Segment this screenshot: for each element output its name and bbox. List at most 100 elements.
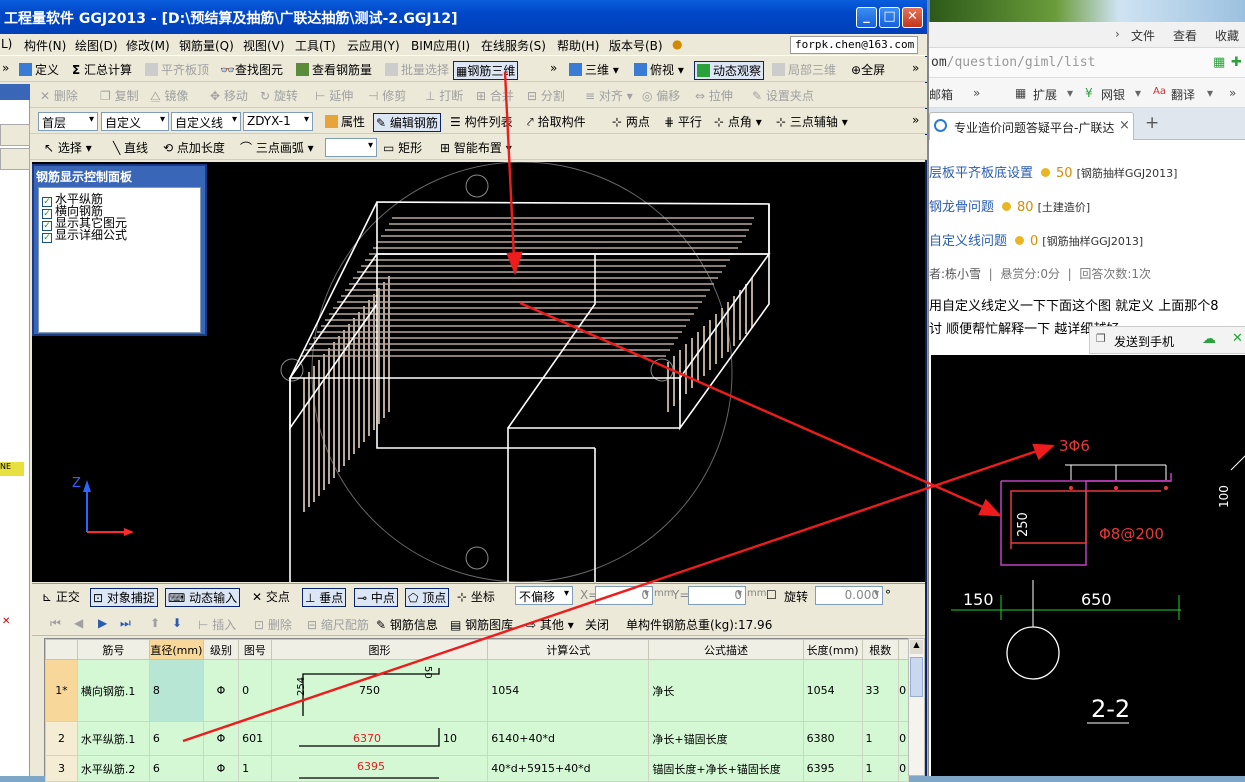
floor-select[interactable]: 首层 <box>38 112 98 131</box>
browser-menu-file[interactable]: 文件 <box>1131 27 1155 44</box>
cell-name[interactable]: 横向钢筋.1 <box>76 659 150 722</box>
table-row[interactable]: 3 水平纵筋.2 6 Φ 1 6395 40*d+5915+40*d 锚固长度+… <box>45 755 909 782</box>
double-chevron-icon[interactable]: » <box>1229 86 1236 100</box>
qr-icon[interactable]: ▦ <box>1213 55 1225 70</box>
close-icon[interactable]: ✕ <box>1232 331 1243 346</box>
url-text[interactable]: om/question/giml/list <box>931 55 1095 70</box>
mirror-button[interactable]: ⧋ 镜像 <box>150 87 189 104</box>
cell-grade[interactable]: Φ <box>202 659 240 722</box>
cell-diameter[interactable]: 6 <box>148 721 204 756</box>
object-snap-button[interactable]: ⊡ 对象捕捉 <box>90 588 158 607</box>
cell-figure[interactable]: 601 <box>238 721 272 756</box>
delete-row-button[interactable]: ⊡ 删除 <box>254 616 292 633</box>
rotate-button[interactable]: ↻ 旋转 <box>260 87 298 104</box>
menu-item-online[interactable]: 在线服务(S) <box>481 37 546 54</box>
rebar-table[interactable]: 筋号 直径(mm) 级别 图号 图形 计算公式 公式描述 长度(mm) 根数 1… <box>44 638 910 782</box>
parallel-button[interactable]: ⋕ 平行 <box>664 113 702 130</box>
col-header-figure[interactable]: 图号 <box>238 639 272 660</box>
line-button[interactable]: ╲ 直线 <box>113 139 148 156</box>
align-button[interactable]: ≡ 对齐 ▾ <box>585 87 633 104</box>
close-icon[interactable]: ✕ <box>2 616 10 627</box>
rebar-grid[interactable]: 筋号 直径(mm) 级别 图号 图形 计算公式 公式描述 长度(mm) 根数 1… <box>45 639 909 782</box>
cell-formula[interactable]: 1054 <box>487 659 650 722</box>
toolbar-chevron-icon[interactable]: » <box>912 61 919 75</box>
pick-component-button[interactable]: ⤤ 拾取构件 <box>527 113 586 130</box>
y-input[interactable]: 0 <box>688 586 746 605</box>
first-record-button[interactable]: ⏮ <box>50 616 61 631</box>
cell-name[interactable]: 水平纵筋.2 <box>76 755 150 782</box>
col-header-formula[interactable]: 计算公式 <box>487 639 650 660</box>
col-header-description[interactable]: 公式描述 <box>648 639 804 660</box>
dynamic-input-button[interactable]: ⌨ 动态输入 <box>165 588 241 607</box>
merge-button[interactable]: ⊞ 合并 <box>476 87 514 104</box>
down-button[interactable]: ⬇ <box>172 616 182 630</box>
intersection-snap-button[interactable]: ✕ 交点 <box>252 588 290 605</box>
up-button[interactable]: ⬆ <box>150 616 160 630</box>
component-list-button[interactable]: ☰ 构件列表 <box>450 113 513 130</box>
double-chevron-icon[interactable]: » <box>973 86 980 100</box>
scroll-up-icon[interactable]: ▲ <box>910 640 923 654</box>
cell-description[interactable]: 净长+锚固长度 <box>648 721 804 756</box>
menu-item-modify[interactable]: 修改(M) <box>126 37 170 54</box>
col-header-diameter[interactable]: 直径(mm) <box>148 639 204 660</box>
cell-description[interactable]: 净长 <box>648 659 804 722</box>
toolbar-chevron-icon[interactable]: » <box>550 61 557 75</box>
cell-shape[interactable]: 6395 <box>270 755 489 782</box>
point-angle-button[interactable]: ⊹ 点角 ▾ <box>714 113 762 130</box>
menu-item-draw[interactable]: 绘图(D) <box>75 37 118 54</box>
fullscreen-button[interactable]: ⊕全屏 <box>851 61 885 78</box>
three-point-axis-button[interactable]: ⊹ 三点辅轴 ▾ <box>776 113 848 130</box>
table-row[interactable]: 1* 横向钢筋.1 8 Φ 0 254 50 750 1054 净长 1054 … <box>45 659 909 722</box>
cell-grade[interactable]: Φ <box>202 755 240 782</box>
edit-rebar-button[interactable]: ✎ 编辑钢筋 <box>373 113 441 132</box>
defline-select[interactable]: 自定义线 <box>171 112 241 131</box>
bookmark-translate[interactable]: 翻译 <box>1171 86 1195 103</box>
extend-button[interactable]: ⊢ 延伸 <box>315 87 353 104</box>
perpendicular-snap-button[interactable]: ⊥ 垂点 <box>302 588 347 607</box>
bookmark-extensions[interactable]: 扩展 <box>1033 86 1057 103</box>
cell-diameter[interactable]: 8 <box>148 659 204 722</box>
next-record-button[interactable]: ▶ <box>98 616 107 630</box>
minimize-button[interactable]: _ <box>856 7 877 28</box>
other-button[interactable]: ⇨ 其他 ▾ <box>526 616 574 633</box>
browser-menu-favorites[interactable]: 收藏 <box>1215 27 1239 44</box>
midpoint-snap-button[interactable]: ⊸ 中点 <box>354 588 398 607</box>
menu-item-bim[interactable]: BIM应用(I) <box>411 37 470 54</box>
question-author[interactable]: 者:栋小雪 <box>929 267 981 281</box>
cell-shape[interactable]: 254 50 750 <box>270 659 489 722</box>
insert-button[interactable]: ⊢ 插入 <box>198 616 236 633</box>
cell-count[interactable]: 1 <box>861 721 900 756</box>
cell-figure[interactable]: 1 <box>238 755 272 782</box>
row-index[interactable]: 1* <box>45 659 78 722</box>
left-nav-strip[interactable]: NE <box>0 84 30 776</box>
toolbar-chevron-icon[interactable]: » <box>2 61 9 75</box>
menu-item-component[interactable]: 构件(N) <box>24 37 66 54</box>
dynamic-orbit-button[interactable]: 动态观察 <box>694 61 765 80</box>
rebar-3d-button[interactable]: ▦钢筋三维 <box>453 61 519 80</box>
rebar-library-button[interactable]: ▤ 钢筋图库 <box>450 616 513 633</box>
col-header-name[interactable]: 筋号 <box>76 639 150 660</box>
summary-calc-button[interactable]: Σ 汇总计算 <box>72 61 132 78</box>
component-code-select[interactable]: ZDYX-1 <box>243 112 313 131</box>
rotate-checkbox[interactable]: ☐ <box>766 588 777 602</box>
cell-extra[interactable]: 0 <box>898 755 909 782</box>
cell-length[interactable]: 6395 <box>802 755 863 782</box>
3d-button[interactable]: 三维 ▾ <box>569 61 619 78</box>
menu-item-view[interactable]: 视图(V) <box>243 37 285 54</box>
split-button[interactable]: ⊟ 分割 <box>527 87 565 104</box>
question-link[interactable]: 钢龙骨问题 <box>929 200 994 215</box>
browser-menu-view[interactable]: 查看 <box>1173 27 1197 44</box>
bookmark-bank[interactable]: 网银 <box>1101 86 1125 103</box>
menu-item-cloud[interactable]: 云应用(Y) <box>347 37 400 54</box>
tab-qa-platform[interactable]: 专业造价问题答疑平台-广联达 × <box>929 112 1134 140</box>
select-button[interactable]: ↖ 选择 ▾ <box>44 139 92 156</box>
col-header-shape[interactable]: 图形 <box>270 639 489 660</box>
top-view-button[interactable]: 俯视 ▾ <box>634 61 684 78</box>
delete-button[interactable]: ✕ 删除 <box>40 87 78 104</box>
offset-select[interactable]: 不偏移 <box>515 586 573 605</box>
cell-length[interactable]: 1054 <box>802 659 863 722</box>
last-record-button[interactable]: ⏭ <box>120 616 131 631</box>
set-grip-button[interactable]: ✎ 设置夹点 <box>752 87 814 104</box>
cell-length[interactable]: 6380 <box>802 721 863 756</box>
two-points-button[interactable]: ⊹ 两点 <box>612 113 650 130</box>
